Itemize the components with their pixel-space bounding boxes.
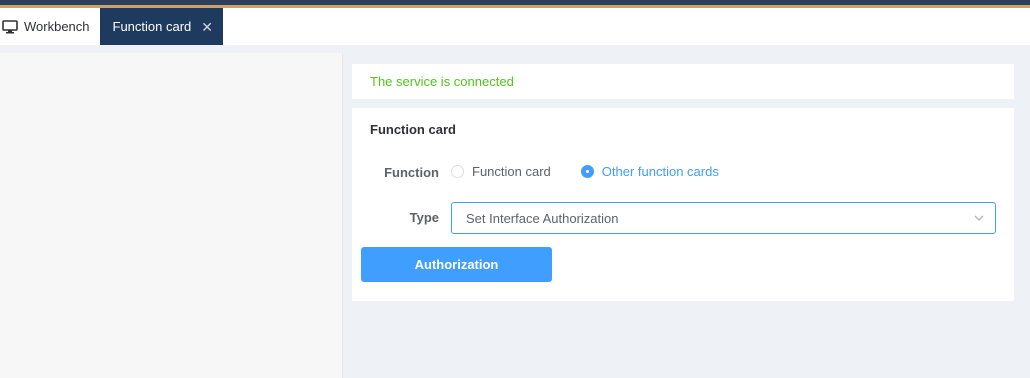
authorization-button[interactable]: Authorization [361,247,552,282]
status-text: The service is connected [370,74,514,89]
top-accent-bar [0,0,1030,8]
close-icon[interactable]: ✕ [201,20,213,34]
type-select-value: Set Interface Authorization [466,210,619,226]
chevron-down-icon [974,215,984,221]
function-label: Function [384,165,439,180]
tab-workbench[interactable]: Workbench [0,8,100,45]
main-content: The service is connected Function card F… [343,53,1030,378]
radio-unchecked-icon[interactable] [451,165,464,178]
radio-other-function-cards-label[interactable]: Other function cards [602,164,719,179]
tab-function-card[interactable]: Function card ✕ [99,8,224,45]
type-label: Type [409,210,439,225]
card-title: Function card [370,122,456,137]
radio-checked-icon[interactable] [580,165,594,178]
radio-other-function-cards[interactable]: Other function cards [580,164,719,179]
tab-bar: Workbench Function card ✕ [0,8,1030,45]
function-radio-group: Function card Other function cards [451,164,749,179]
status-card: The service is connected [352,64,1014,99]
function-card-panel: Function card Function Function card Oth… [352,108,1014,301]
monitor-icon [2,19,18,33]
radio-function-card[interactable]: Function card [451,164,551,179]
type-select[interactable]: Set Interface Authorization [451,202,996,234]
tab-function-card-label: Function card [112,19,192,34]
left-panel [0,53,343,378]
tab-workbench-label: Workbench [24,19,90,34]
radio-function-card-label[interactable]: Function card [472,164,551,179]
